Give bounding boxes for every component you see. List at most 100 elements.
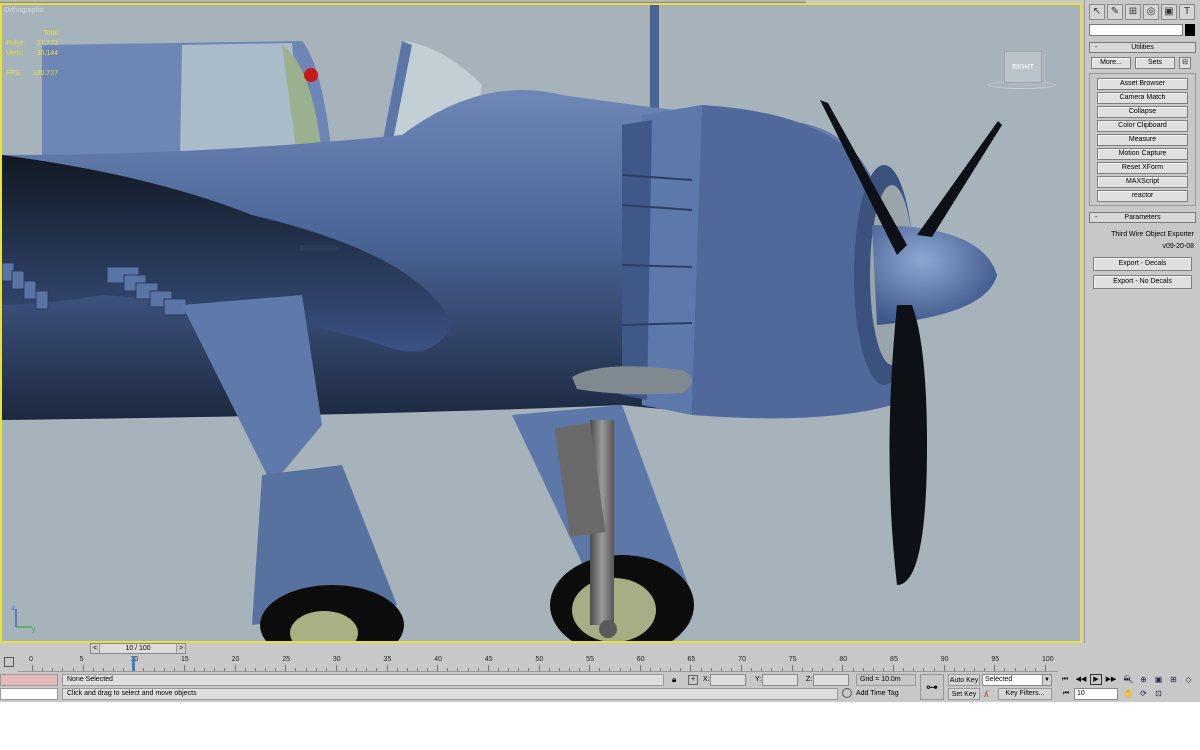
hierarchy-tab-icon[interactable]: ⊞ bbox=[1125, 4, 1141, 20]
stats-fps-value: 120.727 bbox=[32, 70, 58, 77]
asset-browser-button[interactable]: Asset Browser bbox=[1097, 78, 1188, 90]
timeline-tick bbox=[609, 668, 611, 671]
utilities-tab-icon[interactable]: T bbox=[1179, 4, 1195, 20]
camera-match-button[interactable]: Camera Match bbox=[1097, 92, 1188, 104]
key-mode-select[interactable]: Selected ▼ bbox=[982, 674, 1052, 686]
play-icon[interactable]: ▶ bbox=[1090, 674, 1102, 685]
timeline-tick bbox=[254, 668, 256, 671]
previous-frame-icon[interactable]: ◀◀ bbox=[1074, 674, 1088, 686]
timeline-tick bbox=[923, 668, 925, 671]
motion-capture-button[interactable]: Motion Capture bbox=[1097, 148, 1188, 160]
go-to-start-icon[interactable]: ⏮ bbox=[1058, 674, 1072, 686]
svg-text:y: y bbox=[32, 627, 35, 633]
object-color-swatch[interactable] bbox=[1185, 24, 1195, 36]
stats-verts-value: 30,144 bbox=[36, 50, 58, 57]
zoom-icon[interactable]: 🔍︎ bbox=[1122, 674, 1135, 686]
time-cursor[interactable] bbox=[132, 656, 135, 671]
zoom-extents-icon[interactable]: ▣ bbox=[1152, 674, 1165, 686]
sets-button[interactable]: Sets bbox=[1135, 57, 1175, 69]
viewcube[interactable]: RIGHT bbox=[1004, 51, 1042, 83]
collapse-button[interactable]: Collapse bbox=[1097, 106, 1188, 118]
auto-key-button[interactable]: Auto Key bbox=[948, 674, 980, 686]
key-filters-button[interactable]: Key Filters... bbox=[998, 688, 1052, 700]
time-slider[interactable]: < 10 / 100 > bbox=[90, 643, 186, 654]
reset-xform-button[interactable]: Reset XForm bbox=[1097, 162, 1188, 174]
zoom-extents-all-icon[interactable]: ⊞ bbox=[1167, 674, 1180, 686]
timeline-tick bbox=[690, 665, 692, 671]
orbit-icon[interactable]: ⟳ bbox=[1137, 688, 1150, 700]
field-of-view-icon[interactable]: ◇ bbox=[1182, 674, 1195, 686]
absolute-mode-icon[interactable]: + bbox=[688, 675, 698, 685]
object-name-row bbox=[1089, 24, 1196, 36]
timeline-tick bbox=[629, 668, 631, 671]
time-slider-prev-button[interactable]: < bbox=[91, 644, 99, 653]
x-label: X: bbox=[703, 676, 710, 683]
timeline-tick bbox=[275, 668, 277, 671]
z-coordinate-field[interactable] bbox=[813, 674, 849, 686]
maxscript-button[interactable]: MAXScript bbox=[1097, 176, 1188, 188]
color-clipboard-button[interactable]: Color Clipboard bbox=[1097, 120, 1188, 132]
timeline-tick bbox=[406, 668, 408, 671]
stats-polys-label: Polys: bbox=[6, 40, 26, 47]
x-coordinate-field[interactable] bbox=[710, 674, 746, 686]
export-decals-button[interactable]: Export - Decals bbox=[1093, 257, 1192, 271]
export-no-decals-button[interactable]: Export - No Decals bbox=[1093, 275, 1192, 289]
utilities-rollout-header[interactable]: - Utilities bbox=[1089, 42, 1196, 53]
curve-editor-mini-icon[interactable] bbox=[4, 657, 14, 667]
timeline-tick bbox=[487, 665, 489, 671]
maximize-viewport-icon[interactable]: ⊡ bbox=[1152, 688, 1165, 700]
create-tab-icon[interactable]: ↖ bbox=[1089, 4, 1105, 20]
y-coordinate-field[interactable] bbox=[762, 674, 798, 686]
time-slider-knob[interactable]: 10 / 100 bbox=[99, 644, 177, 653]
timeline-tick-label: 30 bbox=[332, 656, 341, 663]
maxscript-listener-output[interactable] bbox=[0, 688, 58, 700]
time-slider-next-button[interactable]: > bbox=[177, 644, 185, 653]
timeline-tick-label: 60 bbox=[636, 656, 645, 663]
more-button[interactable]: More... bbox=[1091, 57, 1131, 69]
display-tab-icon[interactable]: ▣ bbox=[1161, 4, 1177, 20]
zoom-all-icon[interactable]: ⊕ bbox=[1137, 674, 1150, 686]
timeline-tick bbox=[761, 668, 763, 671]
timeline-tick bbox=[1034, 668, 1036, 671]
set-key-button[interactable]: Set Key bbox=[948, 688, 980, 700]
timeline-tick bbox=[396, 668, 398, 671]
timeline-tick bbox=[214, 668, 216, 671]
key-mode-toggle-icon[interactable]: ⏮ bbox=[1060, 688, 1072, 700]
parameters-rollout-header[interactable]: - Parameters bbox=[1089, 212, 1196, 223]
timeline-tick bbox=[305, 668, 307, 671]
timeline-tick-label: 55 bbox=[586, 656, 594, 663]
reactor-button[interactable]: reactor bbox=[1097, 190, 1188, 202]
timeline-tick bbox=[730, 668, 732, 671]
motion-tab-icon[interactable]: ◎ bbox=[1143, 4, 1159, 20]
pan-icon[interactable]: ✋ bbox=[1122, 688, 1135, 700]
configure-sets-icon[interactable]: ⊟ bbox=[1179, 57, 1191, 69]
timeline-tick bbox=[710, 668, 712, 671]
timeline-ruler[interactable]: 0510152025303540455055606570758085909510… bbox=[18, 655, 1058, 672]
timeline-tick-label: 95 bbox=[991, 656, 1000, 663]
set-key-icon[interactable]: ⊶ bbox=[920, 674, 944, 700]
timeline-tick bbox=[153, 668, 155, 671]
timeline-tick bbox=[1024, 668, 1026, 671]
timeline-tick bbox=[325, 668, 327, 671]
object-name-field[interactable] bbox=[1089, 24, 1183, 36]
selection-lock-icon[interactable]: 🔒︎ bbox=[672, 675, 681, 685]
timeline-tick bbox=[163, 668, 165, 671]
stats-fps-row: FPS: 120.727 bbox=[6, 69, 58, 79]
timeline-tick bbox=[751, 668, 753, 671]
current-frame-field[interactable]: 10 bbox=[1074, 688, 1118, 700]
timeline-tick bbox=[589, 665, 591, 671]
perspective-viewport[interactable]: Orthographic Total Polys: 27,773 Verts: 30… bbox=[0, 3, 1082, 643]
track-bar[interactable]: 0510152025303540455055606570758085909510… bbox=[0, 655, 1060, 672]
timeline-tick-label: 5 bbox=[79, 656, 84, 663]
key-tangent-icon[interactable]: ʎ bbox=[984, 689, 996, 699]
measure-button[interactable]: Measure bbox=[1097, 134, 1188, 146]
next-frame-icon[interactable]: ▶▶ bbox=[1104, 674, 1118, 686]
timeline-tick bbox=[943, 665, 945, 671]
chevron-down-icon[interactable]: ▼ bbox=[1042, 675, 1051, 685]
timeline-tick bbox=[700, 668, 702, 671]
add-time-tag[interactable]: Add Time Tag bbox=[842, 688, 918, 700]
modify-tab-icon[interactable]: ✎ bbox=[1107, 4, 1123, 20]
timeline-tick bbox=[285, 665, 287, 671]
viewport-label[interactable]: Orthographic bbox=[4, 7, 44, 14]
maxscript-listener-mini[interactable] bbox=[0, 674, 58, 686]
